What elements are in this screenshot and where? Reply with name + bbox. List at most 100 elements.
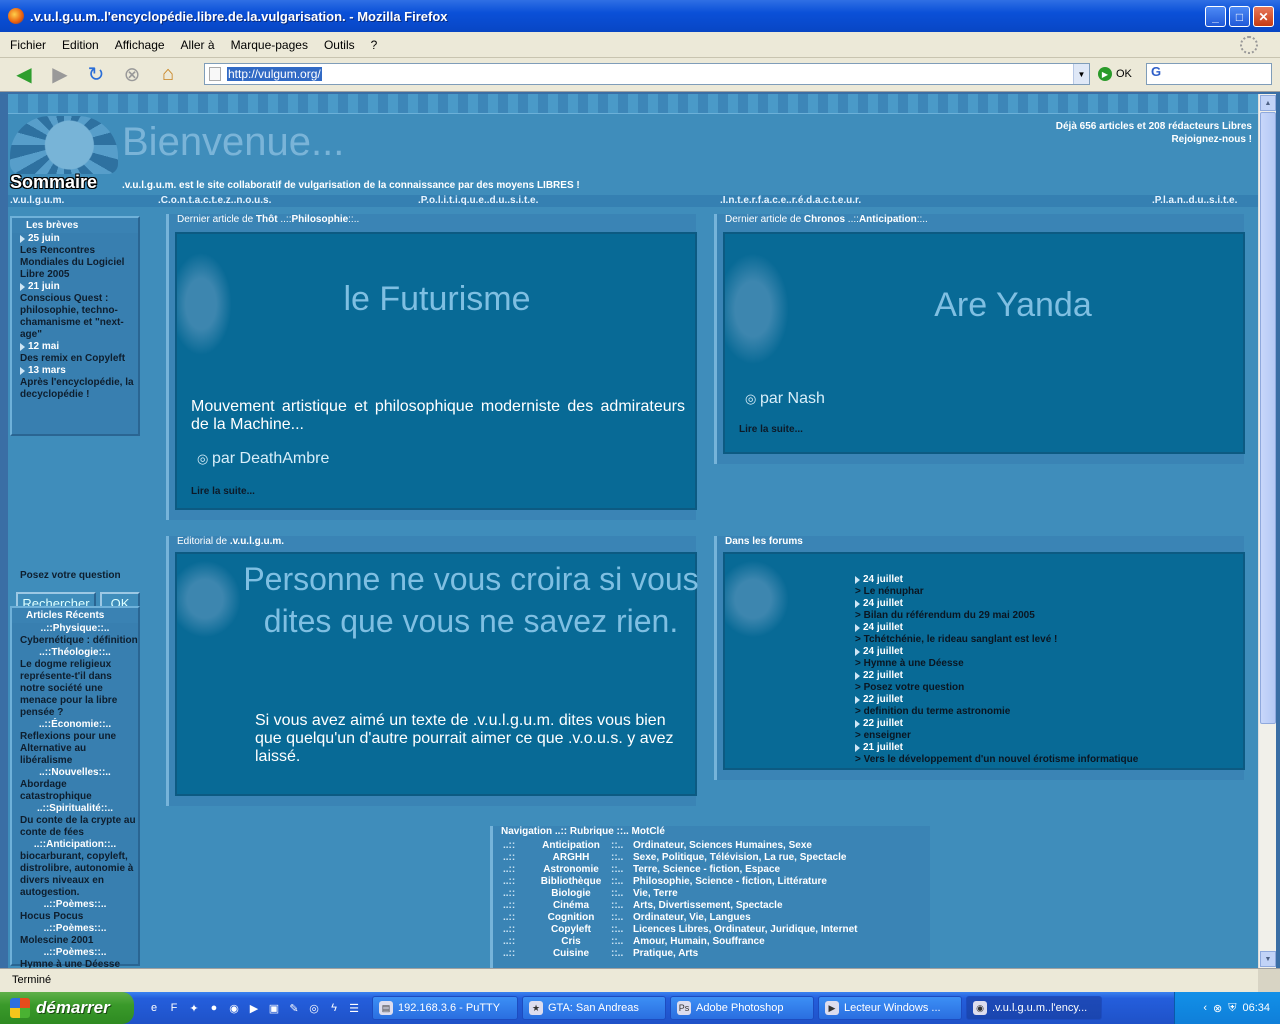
forum-topic-link[interactable]: > Tchétchénie, le rideau sanglant est le… (855, 634, 1138, 646)
app-icon[interactable]: ϟ (326, 1000, 342, 1016)
nav-keywords[interactable]: Sexe, Politique, Télévision, La rue, Spe… (633, 852, 846, 864)
nav-keywords[interactable]: Ordinateur, Vie, Langues (633, 912, 751, 924)
forum-topic-link[interactable]: > Vers le développement d'un nouvel érot… (855, 754, 1138, 766)
firefox-icon[interactable]: ◉ (226, 1000, 242, 1016)
menu-fichier[interactable]: Fichier (10, 38, 46, 52)
task-gta[interactable]: ★ GTA: San Andreas (522, 996, 666, 1020)
app-icon[interactable]: ● (206, 1000, 222, 1016)
breve-item[interactable]: 25 juin Les Rencontres Mondiales du Logic… (12, 233, 138, 281)
tray-expand-icon[interactable]: ‹ (1203, 1002, 1207, 1014)
article-category[interactable]: ..::Poèmes::.. (12, 947, 138, 959)
menu-contact[interactable]: .C.o.n.t.a.c.t.e.z..n.o.u.s. (158, 195, 271, 206)
forum-topic-link[interactable]: > enseigner (855, 730, 1138, 742)
stop-icon[interactable]: ⊗ (118, 62, 146, 88)
task-media-player[interactable]: ▶ Lecteur Windows ... (818, 996, 962, 1020)
article-title[interactable]: le Futurisme (177, 280, 697, 319)
nav-keywords[interactable]: Philosophie, Science - fiction, Littérat… (633, 876, 827, 888)
article-link[interactable]: Hymne à une Déesse (12, 959, 138, 968)
article-link[interactable]: Hocus Pocus (12, 911, 138, 923)
breve-text[interactable]: Conscious Quest : philosophie, techno-ch… (20, 293, 138, 341)
article-category[interactable]: ..::Poèmes::.. (12, 899, 138, 911)
nav-keywords[interactable]: Vie, Terre (633, 888, 678, 900)
nav-rubrique-link[interactable]: Astronomie (531, 864, 611, 876)
article-link[interactable]: Abordage catastrophique (12, 779, 138, 803)
url-dropdown-icon[interactable]: ▼ (1073, 64, 1089, 84)
forum-topic-link[interactable]: > Bilan du référendum du 29 mai 2005 (855, 610, 1138, 622)
menu-help[interactable]: ? (371, 38, 378, 52)
nav-rubrique-link[interactable]: ARGHH (531, 852, 611, 864)
title-bar[interactable]: .v.u.l.g.u.m..l'encyclopédie.libre.de.la… (0, 0, 1280, 32)
task-firefox[interactable]: ◉ .v.u.l.g.u.m..l'ency... (966, 996, 1102, 1020)
menu-edition[interactable]: Edition (62, 38, 99, 52)
article-link[interactable]: Du conte de la crypte au conte de fées (12, 815, 138, 839)
app-icon[interactable]: ◎ (306, 1000, 322, 1016)
reload-icon[interactable]: ↻ (82, 62, 110, 88)
breve-item[interactable]: 13 mars Après l'encyclopédie, la decyclop… (12, 365, 138, 401)
media-icon[interactable]: ▶ (246, 1000, 262, 1016)
task-putty[interactable]: ▤ 192.168.3.6 - PuTTY (372, 996, 518, 1020)
search-box[interactable]: G (1146, 63, 1272, 85)
menu-vulgum[interactable]: .v.u.l.g.u.m. (10, 195, 64, 206)
breve-text[interactable]: Les Rencontres Mondiales du Logiciel Lib… (20, 245, 138, 281)
question-label[interactable]: Posez votre question (20, 570, 121, 581)
forum-topic-link[interactable]: > definition du terme astronomie (855, 706, 1138, 718)
article-category[interactable]: ..::Nouvelles::.. (12, 767, 138, 779)
menu-affichage[interactable]: Affichage (115, 38, 165, 52)
task-photoshop[interactable]: Ps Adobe Photoshop (670, 996, 814, 1020)
menu-marque-pages[interactable]: Marque-pages (231, 38, 308, 52)
nav-rubrique-link[interactable]: Cris (531, 936, 611, 948)
vertical-scrollbar[interactable]: ▲ ▼ (1258, 94, 1276, 968)
join-link[interactable]: Rejoignez-nous ! (1056, 133, 1252, 146)
article-title[interactable]: Are Yanda (725, 286, 1258, 325)
url-text[interactable]: http://vulgum.org/ (227, 67, 322, 81)
nav-rubrique-link[interactable]: Anticipation (531, 840, 611, 852)
scroll-thumb[interactable] (1260, 112, 1276, 724)
menu-politique[interactable]: .P.o.l.i.t.i.q.u.e..d.u..s.i.t.e. (418, 195, 538, 206)
nav-keywords[interactable]: Amour, Humain, Souffrance (633, 936, 765, 948)
nav-rubrique-link[interactable]: Copyleft (531, 924, 611, 936)
nav-rubrique-link[interactable]: Biologie (531, 888, 611, 900)
menu-outils[interactable]: Outils (324, 38, 355, 52)
nav-keywords[interactable]: Licences Libres, Ordinateur, Juridique, … (633, 924, 858, 936)
breve-text[interactable]: Après l'encyclopédie, la decyclopédie ! (20, 377, 138, 401)
status-resize-grip[interactable] (1258, 969, 1280, 993)
breve-item[interactable]: 12 mai Des remix en Copyleft (12, 341, 138, 365)
go-button[interactable]: ▶ OK (1098, 67, 1132, 81)
article-category[interactable]: ..::Spiritualité::.. (12, 803, 138, 815)
ie-icon[interactable]: e (146, 1000, 162, 1016)
tray-app-icon[interactable]: ⊗ (1213, 1002, 1222, 1015)
article-link[interactable]: Le dogme religieux représente-t'il dans … (12, 659, 138, 719)
article-category[interactable]: ..::Physique::.. (12, 623, 138, 635)
scroll-down-icon[interactable]: ▼ (1260, 951, 1276, 967)
scroll-up-icon[interactable]: ▲ (1260, 95, 1276, 111)
tray-shield-icon[interactable]: ⛨ (1228, 1002, 1236, 1015)
article-author[interactable]: par Nash (745, 390, 825, 408)
breve-item[interactable]: 21 juin Conscious Quest : philosophie, te… (12, 281, 138, 341)
article-category[interactable]: ..::Anticipation::.. (12, 839, 138, 851)
breve-text[interactable]: Des remix en Copyleft (20, 353, 138, 365)
app-icon[interactable]: ✎ (286, 1000, 302, 1016)
article-category[interactable]: ..::Poèmes::.. (12, 923, 138, 935)
forward-arrow-icon[interactable]: ▶ (46, 62, 74, 88)
site-logo[interactable]: Sommaire (10, 116, 118, 194)
app-icon[interactable]: ▣ (266, 1000, 282, 1016)
menu-interface[interactable]: .I.n.t.e.r.f.a.c.e..r.é.d.a.c.t.e.u.r. (720, 195, 861, 206)
nav-keywords[interactable]: Arts, Divertissement, Spectacle (633, 900, 783, 912)
start-button[interactable]: démarrer (0, 992, 134, 1024)
app-icon[interactable]: ✦ (186, 1000, 202, 1016)
nav-rubrique-link[interactable]: Bibliothèque (531, 876, 611, 888)
menu-plan[interactable]: .P.l.a.n..d.u..s.i.t.e. (1152, 195, 1237, 206)
maximize-button[interactable]: □ (1229, 6, 1250, 27)
article-link[interactable]: Reflexions pour une Alternative au libér… (12, 731, 138, 767)
app-icon[interactable]: ☰ (346, 1000, 362, 1016)
filezilla-icon[interactable]: F (166, 1000, 182, 1016)
menu-aller[interactable]: Aller à (181, 38, 215, 52)
forum-topic-link[interactable]: > Posez votre question (855, 682, 1138, 694)
article-category[interactable]: ..::Théologie::.. (12, 647, 138, 659)
back-arrow-icon[interactable]: ◀ (10, 62, 38, 88)
forum-topic-link[interactable]: > Le nénuphar (855, 586, 1138, 598)
nav-keywords[interactable]: Ordinateur, Sciences Humaines, Sexe (633, 840, 812, 852)
article-author[interactable]: par DeathAmbre (197, 450, 329, 468)
close-button[interactable]: ✕ (1253, 6, 1274, 27)
home-icon[interactable]: ⌂ (154, 62, 182, 88)
